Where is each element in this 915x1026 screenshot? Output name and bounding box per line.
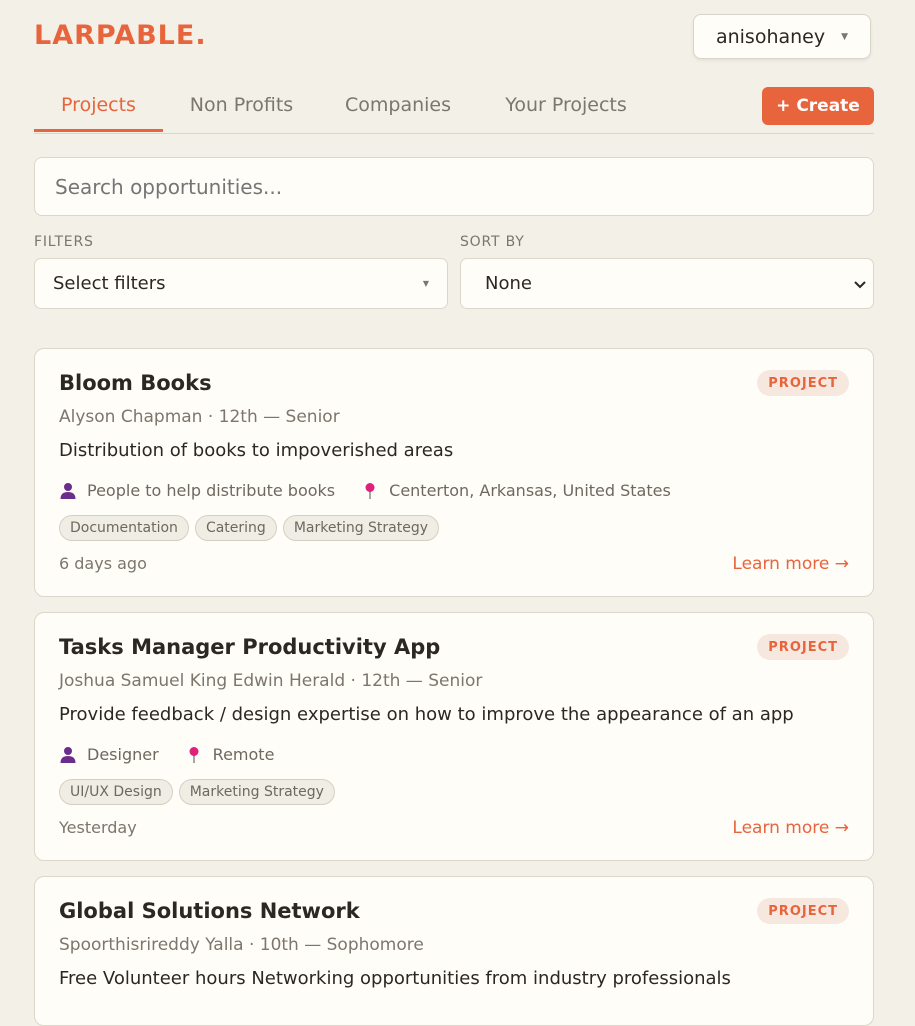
project-badge: PROJECT <box>757 898 849 924</box>
project-card[interactable]: Bloom Books PROJECT Alyson Chapman · 12t… <box>34 348 874 597</box>
learn-more-link[interactable]: Learn more → <box>732 818 849 838</box>
tag: UI/UX Design <box>59 779 173 805</box>
project-card[interactable]: Global Solutions Network PROJECT Spoorth… <box>34 876 874 1026</box>
project-card[interactable]: Tasks Manager Productivity App PROJECT J… <box>34 612 874 861</box>
project-badge: PROJECT <box>757 634 849 660</box>
card-location: Remote <box>212 745 275 764</box>
card-location: Centerton, Arkansas, United States <box>389 481 671 500</box>
tab-non-profits[interactable]: Non Profits <box>174 90 309 132</box>
tag: Marketing Strategy <box>178 779 335 805</box>
create-button[interactable]: + Create <box>762 87 874 125</box>
tag: Marketing Strategy <box>282 515 440 541</box>
filters-select[interactable]: Select filters ▼ <box>34 258 448 309</box>
user-menu-button[interactable]: anisohaney ▼ <box>693 14 871 59</box>
filters-value: Select filters <box>53 273 166 294</box>
tab-bar: Projects Non Profits Companies Your Proj… <box>34 90 874 134</box>
card-description: Free Volunteer hours Networking opportun… <box>59 968 731 989</box>
tag: Catering <box>194 515 277 541</box>
learn-more-link[interactable]: Learn more → <box>732 554 849 574</box>
card-description: Provide feedback / design expertise on h… <box>59 704 794 725</box>
tag: Documentation <box>59 515 189 541</box>
sort-value: None <box>485 273 532 294</box>
sort-select[interactable]: None <box>460 258 874 309</box>
card-role: Designer <box>87 745 159 764</box>
card-title[interactable]: Tasks Manager Productivity App <box>59 635 440 659</box>
project-badge: PROJECT <box>757 370 849 396</box>
search-input[interactable] <box>34 157 874 216</box>
card-author: Alyson Chapman · 12th — Senior <box>59 407 340 427</box>
card-title[interactable]: Bloom Books <box>59 371 212 395</box>
card-author: Spoorthisrireddy Yalla · 10th — Sophomor… <box>59 935 424 955</box>
logo[interactable]: LARPABLE. <box>34 20 207 51</box>
tab-companies[interactable]: Companies <box>330 90 466 132</box>
person-icon <box>60 482 76 499</box>
sort-label: SORT BY <box>460 234 525 250</box>
card-title[interactable]: Global Solutions Network <box>59 899 360 923</box>
card-timestamp: 6 days ago <box>59 554 147 573</box>
caret-down-icon: ▼ <box>841 31 849 42</box>
card-author: Joshua Samuel King Edwin Herald · 12th —… <box>59 671 483 691</box>
chevron-down-icon <box>854 280 866 288</box>
pin-icon <box>189 746 199 763</box>
username: anisohaney <box>715 25 826 48</box>
card-timestamp: Yesterday <box>59 818 137 837</box>
card-description: Distribution of books to impoverished ar… <box>59 440 454 461</box>
pin-icon <box>365 482 375 499</box>
card-meta: People to help distribute books Centerto… <box>59 481 671 500</box>
tag-list: Documentation Catering Marketing Strateg… <box>59 515 440 541</box>
tab-your-projects[interactable]: Your Projects <box>486 90 646 132</box>
filters-label: FILTERS <box>34 234 94 250</box>
tab-projects[interactable]: Projects <box>34 90 163 132</box>
tag-list: UI/UX Design Marketing Strategy <box>59 779 335 805</box>
card-role: People to help distribute books <box>87 481 336 500</box>
person-icon <box>60 746 76 763</box>
card-meta: Designer Remote <box>59 745 274 764</box>
caret-down-icon: ▼ <box>422 279 429 288</box>
